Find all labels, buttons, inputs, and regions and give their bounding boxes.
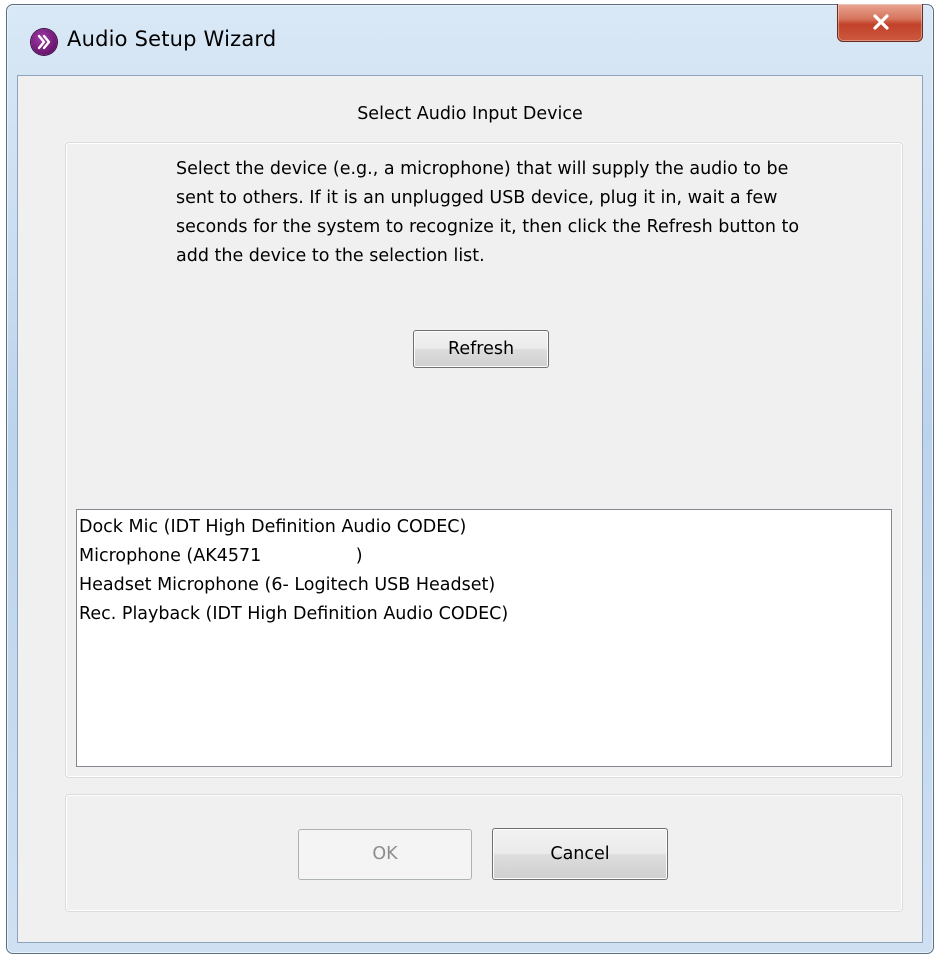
list-item[interactable]: Rec. Playback (IDT High Definition Audio… <box>77 600 891 629</box>
instructions-text: Select the device (e.g., a microphone) t… <box>176 159 800 266</box>
device-selection-group: Select the device (e.g., a microphone) t… <box>65 142 903 778</box>
close-button[interactable] <box>837 4 923 42</box>
device-list[interactable]: Dock Mic (IDT High Definition Audio CODE… <box>76 509 892 767</box>
window-title: Audio Setup Wizard <box>67 27 277 51</box>
list-item[interactable]: Headset Microphone (6- Logitech USB Head… <box>77 571 891 600</box>
list-item[interactable]: Microphone (AK4571 ) <box>77 542 891 571</box>
ok-button[interactable]: OK <box>298 829 472 880</box>
dialog-buttons-group: OK Cancel <box>65 794 903 912</box>
cancel-button[interactable]: Cancel <box>492 828 668 880</box>
forward-chevron-icon <box>31 29 57 55</box>
list-item[interactable]: Dock Mic (IDT High Definition Audio CODE… <box>77 513 891 542</box>
audio-setup-wizard-window: Audio Setup Wizard Select Audio Input De… <box>6 4 934 954</box>
close-x-icon <box>873 14 889 30</box>
title-bar[interactable]: Audio Setup Wizard <box>7 4 933 75</box>
dialog-client-area: Select Audio Input Device Select the dev… <box>17 75 923 943</box>
page-heading: Select Audio Input Device <box>357 104 583 124</box>
refresh-button[interactable]: Refresh <box>413 330 549 368</box>
